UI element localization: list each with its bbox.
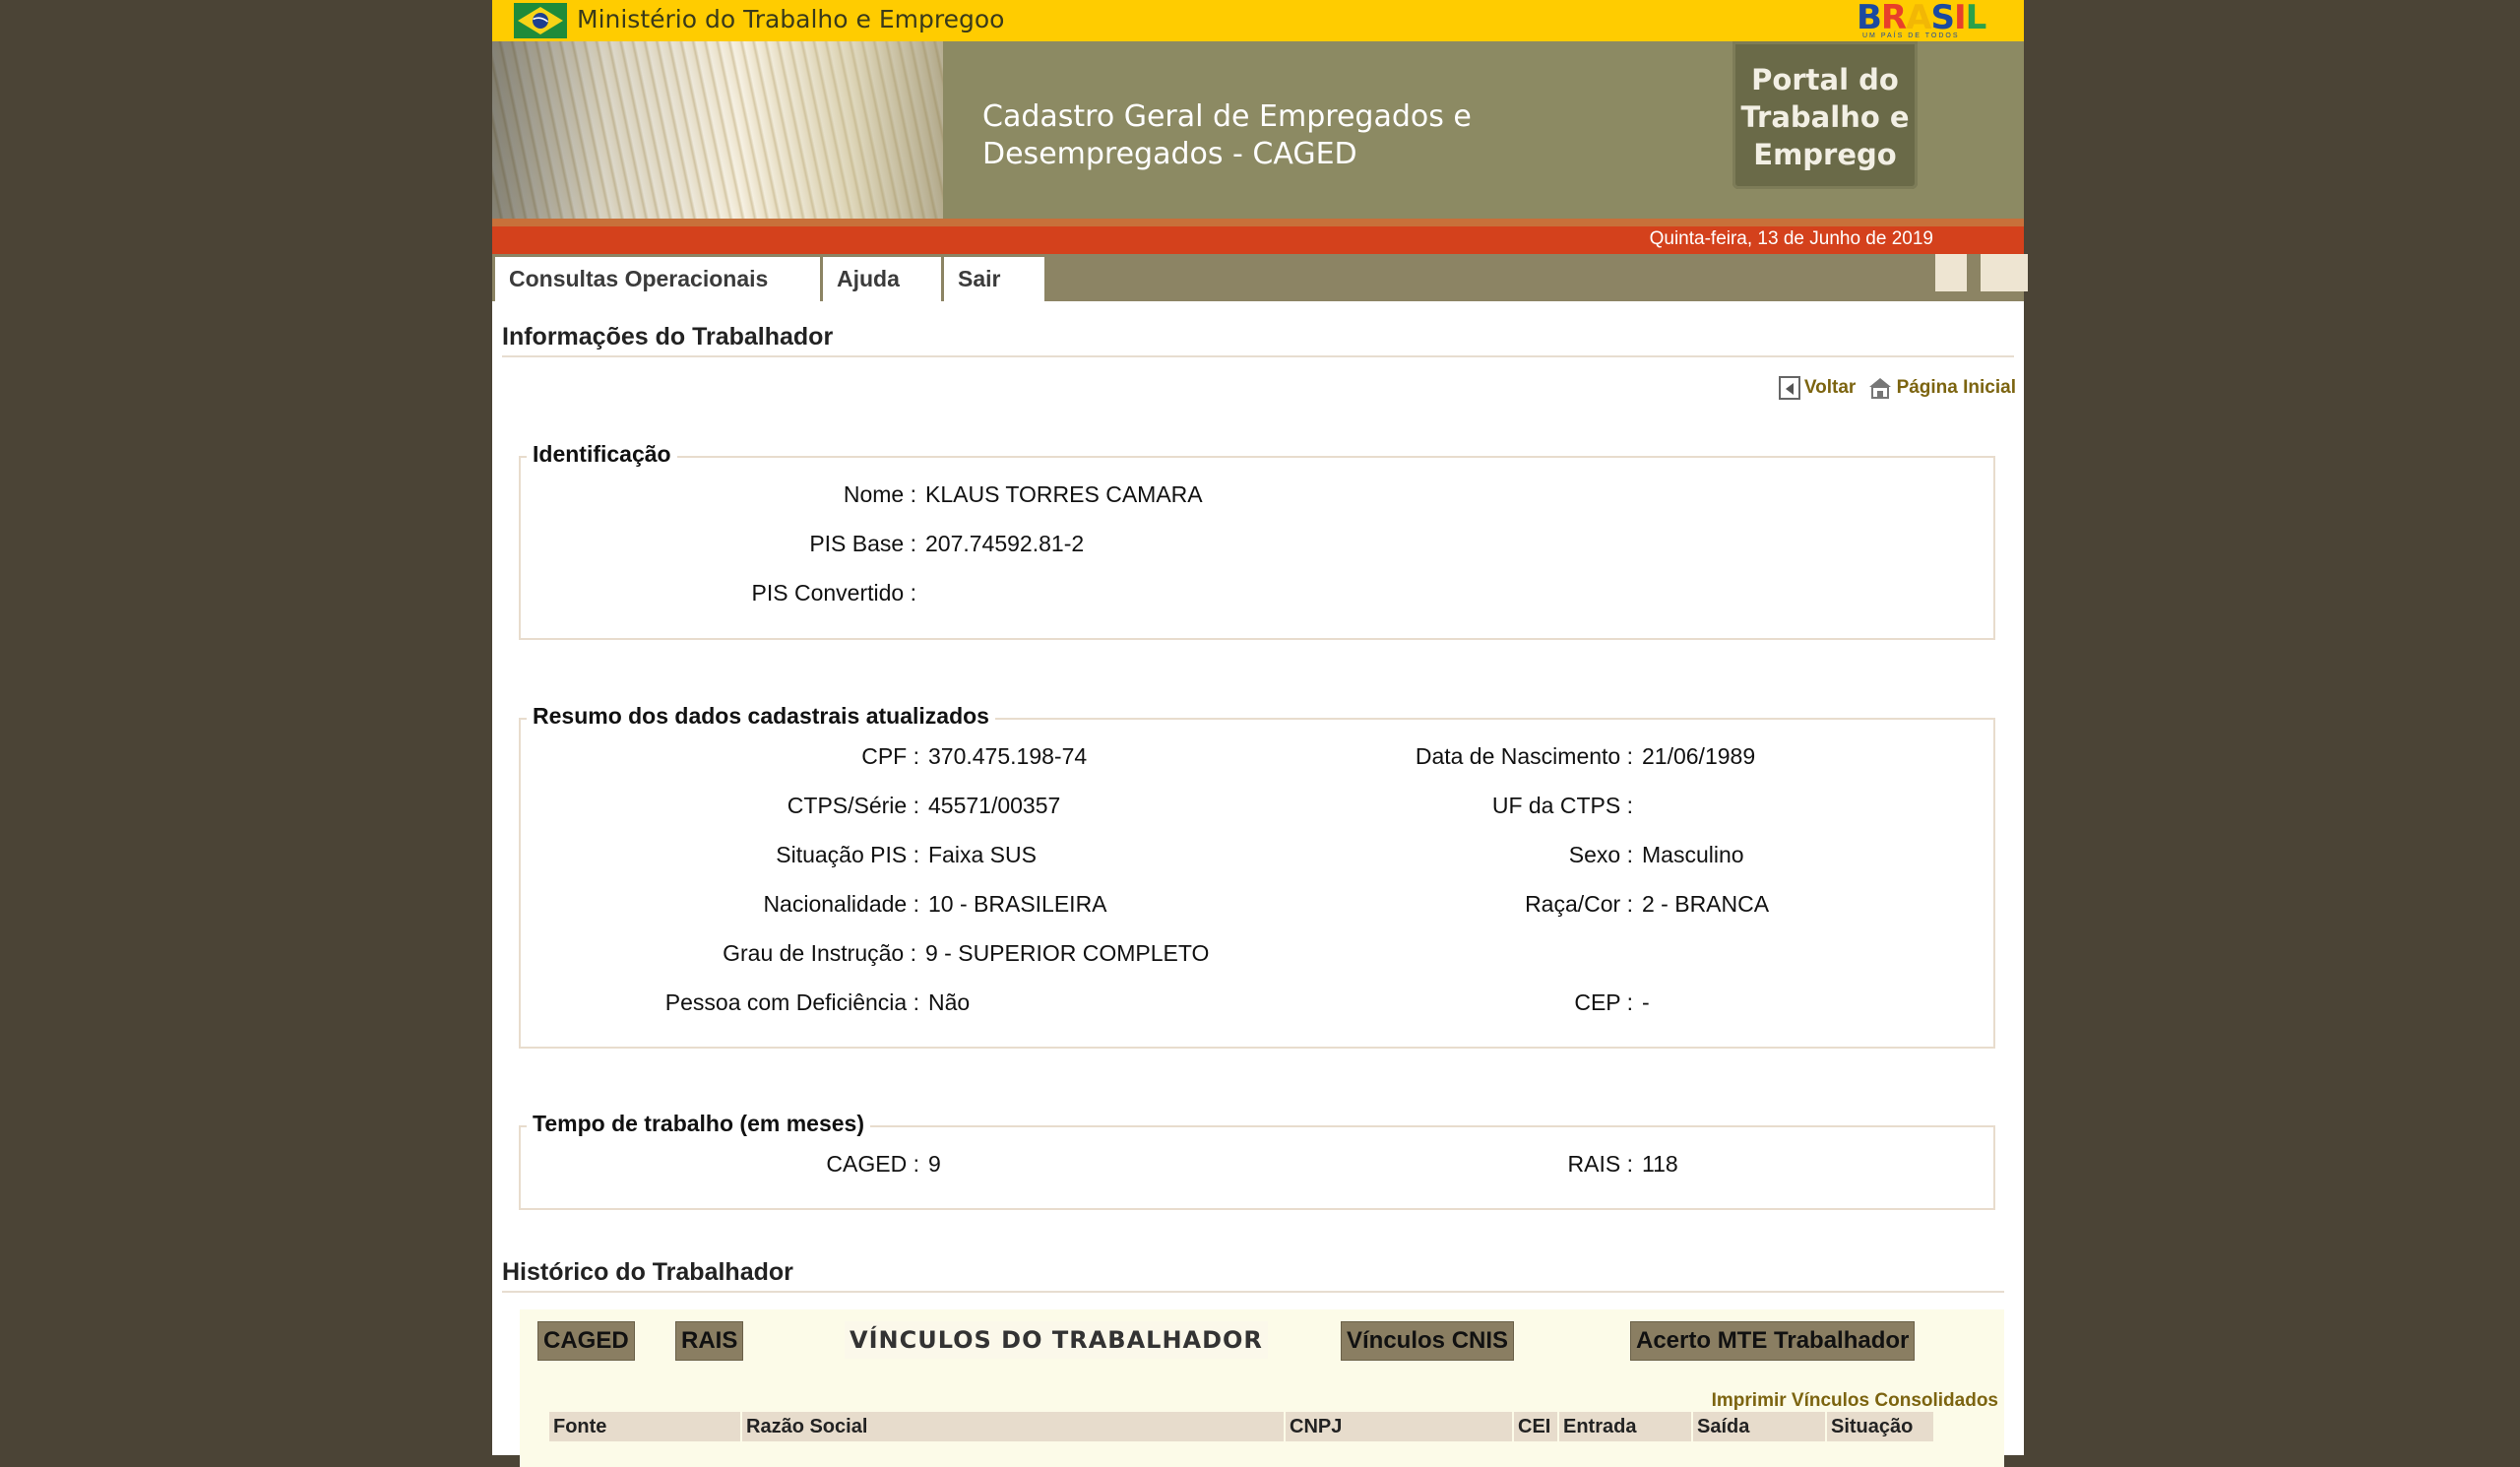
column-header-cei[interactable]: CEI <box>1514 1412 1557 1441</box>
field-value-caged-meses: 9 <box>928 1151 941 1177</box>
field-label: Nome : <box>843 481 916 507</box>
brasil-tagline: UM PAÍS DE TODOS <box>1862 32 1960 39</box>
book-image-shade <box>492 41 943 219</box>
system-title: Cadastro Geral de Empregados e Desempreg… <box>982 99 1472 171</box>
identificacao-legend: Identificação <box>527 441 677 468</box>
menu-ajuda[interactable]: Ajuda <box>823 257 941 301</box>
field-value-grau-instrucao: 9 - SUPERIOR COMPLETO <box>925 940 1210 966</box>
field-value-nome: KLAUS TORRES CAMARA <box>925 481 1203 507</box>
brazil-flag-icon <box>514 3 567 38</box>
divider <box>502 355 2014 357</box>
portal-badge[interactable]: Portal do Trabalho e Emprego <box>1732 41 1918 189</box>
tempo-trabalho-section: Tempo de trabalho (em meses) CAGED : 9 R… <box>519 1111 1995 1210</box>
page-nav-links: Voltar Página Inicial <box>1773 376 2016 400</box>
home-icon[interactable] <box>1866 376 1893 400</box>
column-header-saida[interactable]: Saída <box>1693 1412 1825 1441</box>
menu-decor-block <box>1981 254 2028 291</box>
print-vinculos-link[interactable]: Imprimir Vínculos Consolidados <box>1712 1390 1998 1412</box>
field-label: Sexo : <box>1568 842 1633 867</box>
field-label: Grau de Instrução : <box>723 940 916 966</box>
column-header-fonte[interactable]: Fonte <box>549 1412 740 1441</box>
divider <box>502 1291 2004 1293</box>
tab-vinculos-cnis[interactable]: Vínculos CNIS <box>1341 1321 1515 1361</box>
field-value-situacao-pis: Faixa SUS <box>928 842 1037 867</box>
tab-vinculos-trabalhador[interactable]: VÍNCULOS DO TRABALHADOR <box>845 1321 1268 1359</box>
field-label: Situação PIS : <box>776 842 919 867</box>
column-header-cnpj[interactable]: CNPJ <box>1286 1412 1512 1441</box>
field-label: CEP : <box>1574 989 1633 1015</box>
field-label: RAIS : <box>1567 1151 1633 1177</box>
field-value-nacionalidade: 10 - BRASILEIRA <box>928 891 1107 917</box>
menu-sair[interactable]: Sair <box>944 257 1044 301</box>
field-value-ctps: 45571/00357 <box>928 793 1061 818</box>
field-label: PIS Convertido : <box>751 580 916 606</box>
historico-title: Histórico do Trabalhador <box>502 1258 793 1286</box>
home-link[interactable]: Página Inicial <box>1897 377 2016 398</box>
resumo-legend: Resumo dos dados cadastrais atualizados <box>527 703 995 730</box>
field-label: CPF : <box>861 743 919 769</box>
field-label: UF da CTPS : <box>1491 793 1633 818</box>
field-value-cpf: 370.475.198-74 <box>928 743 1088 769</box>
brasil-logo[interactable]: BRASIL UM PAÍS DE TODOS <box>1857 0 2004 39</box>
tempo-legend: Tempo de trabalho (em meses) <box>527 1111 870 1137</box>
menu-consultas-operacionais[interactable]: Consultas Operacionais <box>495 257 820 301</box>
government-bar: Ministério do Trabalho e Empregoo BRASIL… <box>492 0 2024 41</box>
back-link[interactable]: Voltar <box>1804 377 1856 398</box>
field-label: Pessoa com Deficiência : <box>664 989 919 1015</box>
tab-acerto-mte[interactable]: Acerto MTE Trabalhador <box>1630 1321 1916 1361</box>
header-divider <box>492 219 2024 226</box>
site-header: Cadastro Geral de Empregados e Desempreg… <box>492 41 2024 219</box>
field-value-cep: - <box>1642 989 1650 1015</box>
tab-caged[interactable]: CAGED <box>537 1321 635 1361</box>
field-value-rais-meses: 118 <box>1642 1151 1678 1177</box>
menu-decor-block <box>1935 254 1967 291</box>
main-menu: Consultas Operacionais Ajuda Sair <box>492 254 2028 301</box>
field-label: CAGED : <box>826 1151 919 1177</box>
field-label: Raça/Cor : <box>1525 891 1633 917</box>
field-value-raca-cor: 2 - BRANCA <box>1642 891 1770 917</box>
page-title: Informações do Trabalhador <box>502 323 834 351</box>
tab-rais[interactable]: RAIS <box>675 1321 744 1361</box>
identificacao-section: Identificação Nome : KLAUS TORRES CAMARA… <box>519 441 1995 640</box>
date-bar: Quinta-feira, 13 de Junho de 2019 <box>492 226 2024 254</box>
field-label: Nacionalidade : <box>763 891 919 917</box>
field-label: PIS Base : <box>809 531 916 556</box>
current-date: Quinta-feira, 13 de Junho de 2019 <box>1649 228 1933 249</box>
field-value-pis-base: 207.74592.81-2 <box>925 531 1085 556</box>
field-label: Data de Nascimento : <box>1415 743 1633 769</box>
ministry-name: Ministério do Trabalho e Empregoo <box>577 5 1005 33</box>
page-container: Ministério do Trabalho e Empregoo BRASIL… <box>492 0 2028 1467</box>
back-arrow-icon[interactable] <box>1778 376 1800 400</box>
column-header-entrada[interactable]: Entrada <box>1559 1412 1691 1441</box>
resumo-section: Resumo dos dados cadastrais atualizados … <box>519 703 1995 1049</box>
portal-label: Portal do Trabalho e Emprego <box>1740 63 1910 171</box>
field-value-sexo: Masculino <box>1642 842 1744 867</box>
field-label: CTPS/Série : <box>787 793 919 818</box>
field-value-deficiencia: Não <box>928 989 971 1015</box>
historico-panel: CAGED RAIS VÍNCULOS DO TRABALHADOR Víncu… <box>520 1309 2004 1467</box>
column-header-situacao[interactable]: Situação <box>1827 1412 1933 1441</box>
column-header-razao-social[interactable]: Razão Social <box>742 1412 1284 1441</box>
field-value-nascimento: 21/06/1989 <box>1642 743 1756 769</box>
